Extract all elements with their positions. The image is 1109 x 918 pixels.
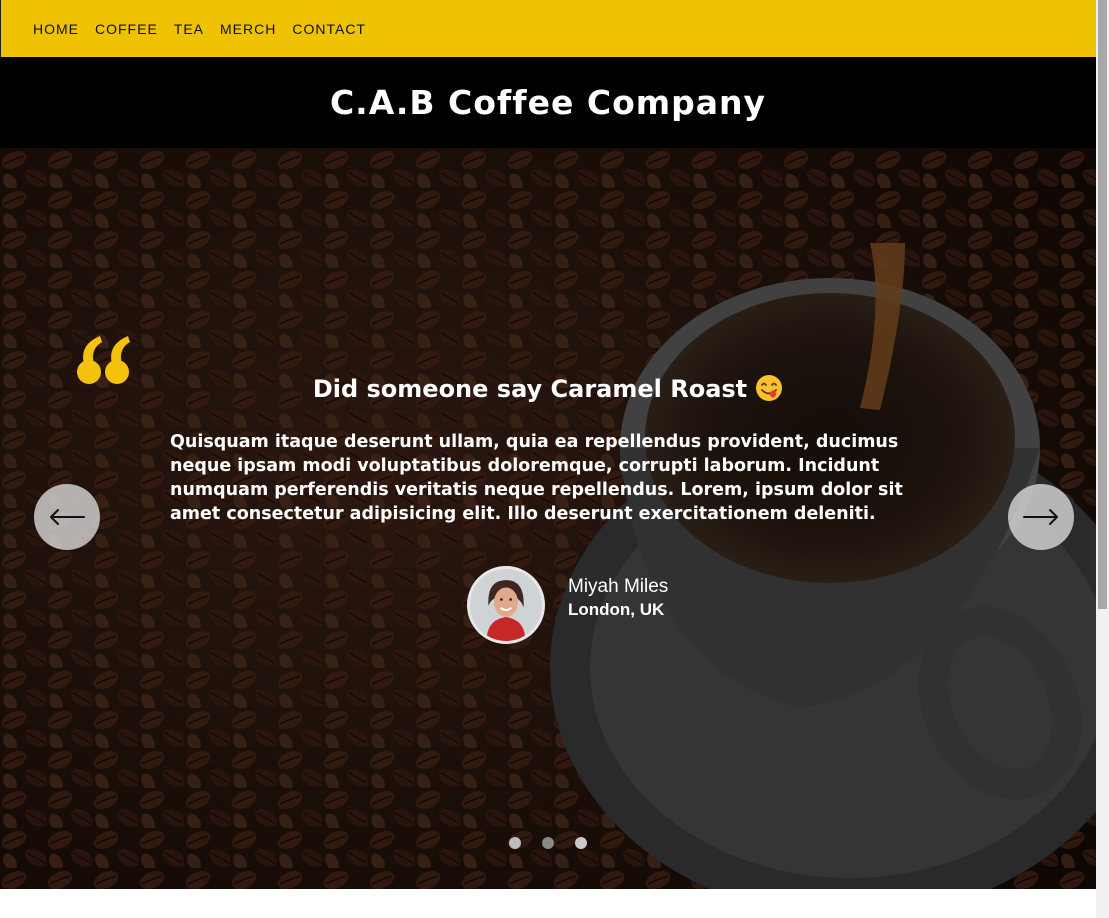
site-header: C.A.B Coffee Company: [0, 57, 1096, 148]
author-info: Miyah Miles London, UK: [568, 576, 668, 620]
carousel-dot-3[interactable]: [575, 837, 587, 849]
carousel-dot-2[interactable]: [542, 837, 554, 849]
testimonial-title-text: Did someone say Caramel Roast: [312, 375, 748, 403]
top-nav: HOME COFFEE TEA MERCH CONTACT: [0, 0, 1096, 57]
nav-tea[interactable]: TEA: [174, 21, 204, 37]
site-title: C.A.B Coffee Company: [329, 83, 767, 122]
nav-coffee[interactable]: COFFEE: [95, 21, 158, 37]
avatar: [467, 566, 545, 644]
face-savoring-food-emoji: [756, 375, 783, 401]
page-scrollbar[interactable]: [1096, 0, 1109, 918]
carousel-dot-1[interactable]: [509, 837, 521, 849]
page: HOME COFFEE TEA MERCH CONTACT C.A.B Coff…: [0, 0, 1096, 918]
author-portrait-image: [470, 569, 542, 641]
scrollbar-thumb[interactable]: [1098, 0, 1107, 609]
testimonial-carousel: Did someone say Caramel Roast Quisquam i…: [0, 148, 1096, 889]
next-slide-button[interactable]: [1008, 484, 1074, 550]
arrow-left-icon: [50, 509, 85, 525]
testimonial-text: Quisquam itaque deserunt ullam, quia ea …: [170, 432, 903, 524]
nav-home[interactable]: HOME: [33, 21, 79, 37]
arrow-right-icon: [1023, 509, 1058, 525]
carousel-dots: [0, 837, 1096, 849]
testimonial-title: Did someone say Caramel Roast: [0, 374, 1096, 403]
nav-contact[interactable]: CONTACT: [292, 21, 366, 37]
author-name: Miyah Miles: [568, 576, 669, 597]
testimonial-author: Miyah Miles London, UK: [467, 566, 668, 644]
prev-slide-button[interactable]: [34, 484, 100, 550]
author-location: London, UK: [568, 600, 665, 619]
nav-merch[interactable]: MERCH: [220, 21, 276, 37]
